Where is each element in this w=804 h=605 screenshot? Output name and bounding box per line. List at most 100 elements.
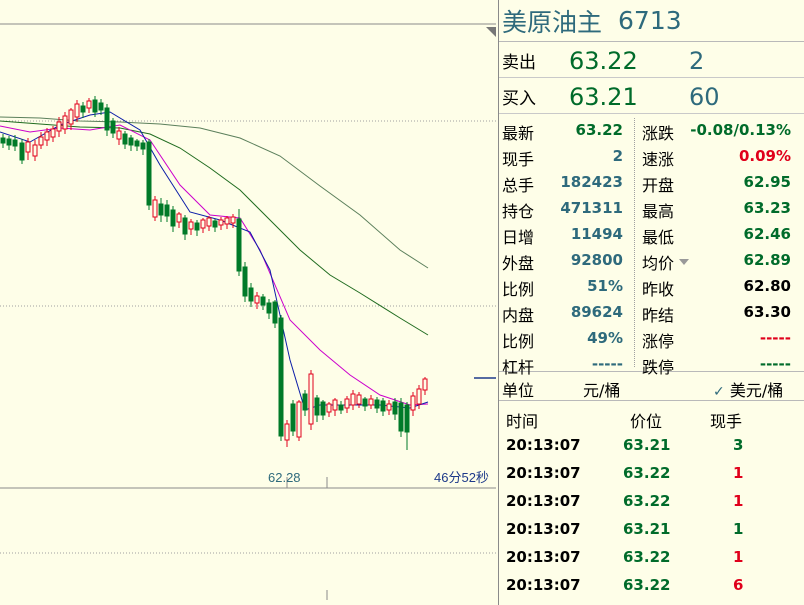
ask-price: 63.22 bbox=[569, 47, 638, 75]
candle-body bbox=[212, 220, 218, 228]
stats-grid: 最新 63.22 涨跌 -0.08/0.13% 现手 2 速涨 0.09% 总手 182423 开盘… bbox=[499, 114, 804, 377]
low-price-label: 62.28 bbox=[268, 470, 301, 485]
candle-body bbox=[92, 99, 98, 113]
trade-time: 20:13:07 bbox=[506, 492, 581, 510]
dropdown-triangle-icon[interactable] bbox=[679, 259, 689, 265]
stats-row: 持仓 471311 最高 63.23 bbox=[499, 196, 804, 222]
trade-price: 63.22 bbox=[623, 464, 671, 482]
stat-label: 速涨 bbox=[642, 150, 675, 169]
candle-body bbox=[332, 399, 338, 411]
candle-body bbox=[140, 142, 146, 150]
candle-body bbox=[392, 401, 398, 415]
candle-body bbox=[170, 209, 176, 227]
candle-body bbox=[320, 401, 326, 416]
candlestick-chart-area[interactable]: 62.28 46分52秒 bbox=[0, 0, 498, 605]
candle-body bbox=[410, 395, 416, 411]
stat-label: 最高 bbox=[642, 202, 675, 221]
candle-body bbox=[356, 394, 362, 405]
candle-body bbox=[350, 393, 356, 406]
candles bbox=[0, 96, 428, 450]
stat-label: 比例 bbox=[502, 280, 535, 299]
candle-body bbox=[194, 222, 200, 231]
trade-row: 20:13:07 63.22 6 bbox=[499, 571, 804, 599]
candle-body bbox=[344, 398, 350, 409]
candle-body bbox=[6, 138, 12, 146]
instrument-title: 美原油主 6713 bbox=[499, 0, 804, 42]
candle-body bbox=[50, 128, 56, 138]
stat-value: 62.46 bbox=[743, 225, 791, 243]
stat-label: 最新 bbox=[502, 124, 535, 143]
trades-header-price: 价位 bbox=[630, 412, 663, 431]
trades-list: 时间 价位 现手 20:13:07 63.21 3 20:13:07 63.22 1 20:… bbox=[499, 401, 804, 599]
candle-body bbox=[19, 142, 25, 161]
candle-body bbox=[236, 218, 242, 272]
candle-body bbox=[110, 120, 116, 134]
candle-body bbox=[68, 109, 74, 125]
stat-label: 昨结 bbox=[642, 306, 675, 325]
stat-label: 日增 bbox=[502, 228, 535, 247]
ma-line bbox=[0, 116, 429, 269]
trades-header-time: 时间 bbox=[506, 412, 539, 431]
check-icon: ✓ bbox=[713, 384, 725, 400]
trade-time: 20:13:07 bbox=[506, 520, 581, 538]
stat-value: 63.22 bbox=[575, 121, 623, 139]
moving-average-lines bbox=[0, 111, 429, 411]
trade-volume: 1 bbox=[733, 492, 744, 510]
trade-price: 63.22 bbox=[623, 492, 671, 510]
stat-value: ----- bbox=[591, 355, 623, 373]
candle-body bbox=[338, 404, 344, 411]
candle-body bbox=[254, 295, 260, 304]
trade-row: 20:13:07 63.22 1 bbox=[499, 459, 804, 487]
candle-body bbox=[272, 301, 278, 324]
candle-body bbox=[416, 388, 422, 405]
candle-body bbox=[230, 216, 236, 224]
candle-body bbox=[98, 102, 104, 111]
candle-body bbox=[164, 204, 170, 217]
stat-value: 0.09% bbox=[738, 147, 791, 165]
trade-price: 63.21 bbox=[623, 520, 671, 538]
candle-body bbox=[362, 398, 368, 407]
stat-value: 11494 bbox=[570, 225, 623, 243]
candle-body bbox=[134, 140, 140, 147]
candle-body bbox=[188, 221, 194, 230]
candle-body bbox=[278, 317, 284, 437]
candle-body bbox=[182, 217, 188, 235]
unit-option-usd[interactable]: ✓ 美元/桶 bbox=[713, 377, 783, 401]
trade-row: 20:13:07 63.22 1 bbox=[499, 543, 804, 571]
candle-body bbox=[12, 139, 18, 147]
bid-row[interactable]: 买入 63.21 60 bbox=[499, 78, 804, 114]
candle-body bbox=[0, 137, 6, 144]
ask-row[interactable]: 卖出 63.22 2 bbox=[499, 42, 804, 78]
trade-volume: 1 bbox=[733, 464, 744, 482]
stat-label: 昨收 bbox=[642, 280, 675, 299]
trade-price: 63.21 bbox=[623, 436, 671, 454]
unit-option-yuan[interactable]: 元/桶 bbox=[583, 377, 620, 401]
candle-body bbox=[152, 199, 158, 218]
ask-volume: 2 bbox=[689, 47, 705, 75]
trade-volume: 1 bbox=[733, 548, 744, 566]
stat-label: 最低 bbox=[642, 228, 675, 247]
candlestick-chart[interactable]: 62.28 46分52秒 bbox=[0, 0, 498, 605]
trade-price: 63.22 bbox=[623, 548, 671, 566]
instrument-name: 美原油主 bbox=[502, 7, 603, 37]
stat-value: 2 bbox=[612, 147, 623, 165]
candle-body bbox=[122, 133, 128, 145]
trade-volume: 6 bbox=[733, 576, 744, 594]
trade-time: 20:13:07 bbox=[506, 436, 581, 454]
candle-body bbox=[296, 401, 302, 438]
candle-body bbox=[374, 399, 380, 409]
trade-time: 20:13:07 bbox=[506, 464, 581, 482]
unit-row: 单位 元/桶 ✓ 美元/桶 bbox=[499, 372, 804, 401]
candle-body bbox=[266, 302, 272, 314]
stat-value: 89624 bbox=[570, 303, 623, 321]
candle-body bbox=[200, 219, 206, 229]
stat-label: 比例 bbox=[502, 332, 535, 351]
trade-price: 63.22 bbox=[623, 576, 671, 594]
trade-time: 20:13:07 bbox=[506, 576, 581, 594]
stat-value: 49% bbox=[587, 329, 623, 347]
stat-label: 内盘 bbox=[502, 306, 535, 325]
candle-body bbox=[398, 402, 404, 432]
candle-body bbox=[368, 398, 374, 406]
trade-time: 20:13:07 bbox=[506, 548, 581, 566]
corner-triangle-icon bbox=[486, 27, 496, 37]
